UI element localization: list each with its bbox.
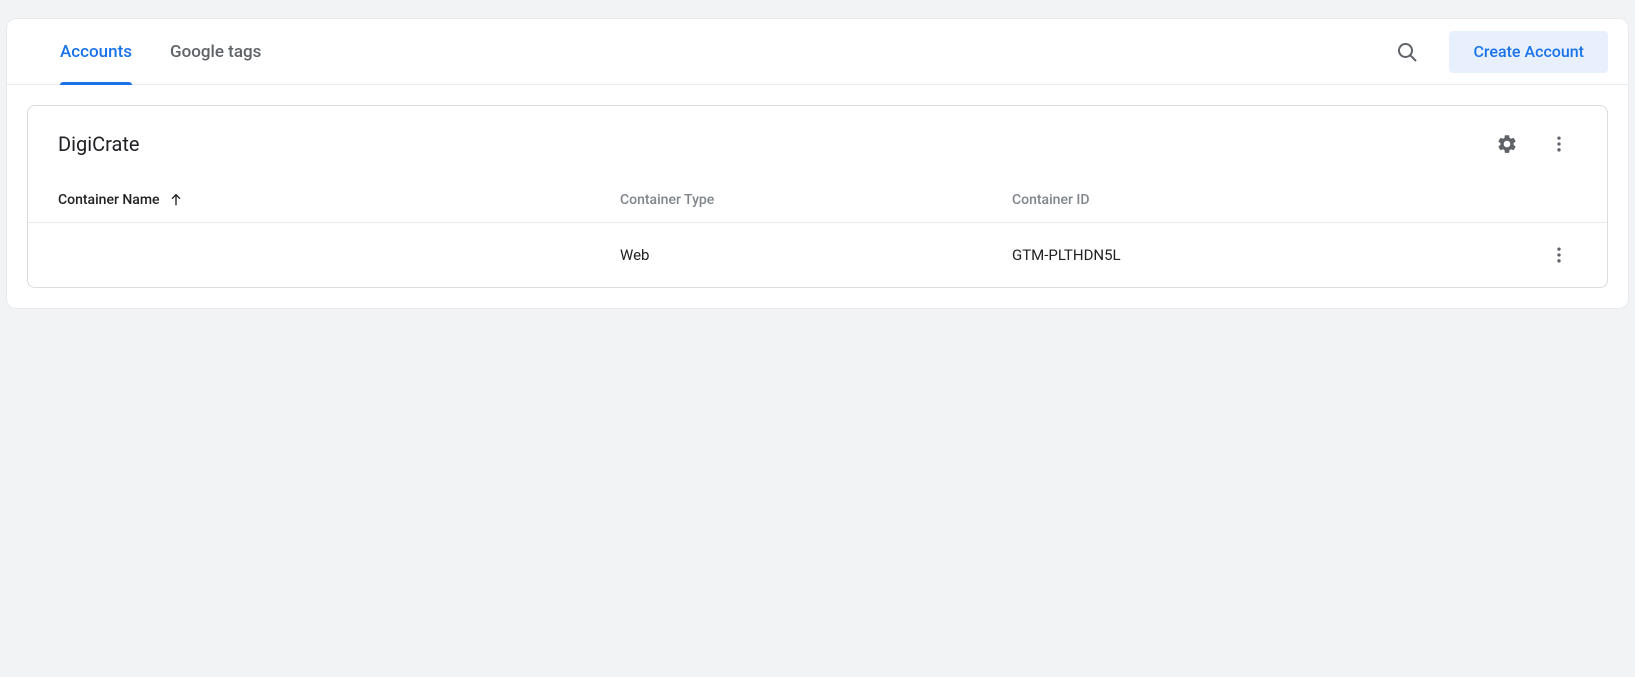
- cell-value: GTM-PLTHDN5L: [1012, 246, 1121, 264]
- search-icon: [1395, 40, 1419, 64]
- tabs: Accounts Google tags: [60, 19, 261, 84]
- create-account-button[interactable]: Create Account: [1449, 31, 1608, 73]
- table-header-row: Container Name Container Type Container …: [28, 174, 1607, 223]
- container-type-cell: Web: [620, 246, 1012, 264]
- column-label: Container ID: [1012, 192, 1089, 208]
- column-label: Container Type: [620, 192, 714, 208]
- column-header-type[interactable]: Container Type: [620, 192, 1012, 208]
- tab-label: Google tags: [170, 42, 261, 62]
- more-vert-icon: [1549, 245, 1569, 265]
- account-more-button[interactable]: [1539, 124, 1579, 164]
- column-header-actions: [1529, 192, 1579, 208]
- column-header-name[interactable]: Container Name: [58, 192, 620, 208]
- column-label: Container Name: [58, 192, 160, 208]
- row-more-button[interactable]: [1539, 235, 1579, 275]
- account-card: DigiCrate: [27, 105, 1608, 288]
- table-row[interactable]: Web GTM-PLTHDN5L: [28, 223, 1607, 287]
- tab-label: Accounts: [60, 42, 132, 62]
- tab-google-tags[interactable]: Google tags: [170, 19, 261, 84]
- account-title: DigiCrate: [58, 132, 1475, 156]
- account-settings-button[interactable]: [1487, 124, 1527, 164]
- search-button[interactable]: [1387, 32, 1427, 72]
- container-id-cell: GTM-PLTHDN5L: [1012, 246, 1529, 264]
- arrow-up-icon: [168, 192, 184, 208]
- content-area: DigiCrate: [7, 85, 1628, 308]
- button-label: Create Account: [1473, 42, 1584, 61]
- tab-accounts[interactable]: Accounts: [60, 19, 132, 84]
- account-header: DigiCrate: [28, 106, 1607, 174]
- gear-icon: [1496, 133, 1518, 155]
- tab-bar: Accounts Google tags Create Account: [7, 19, 1628, 85]
- accounts-panel: Accounts Google tags Create Account Digi…: [6, 18, 1629, 309]
- cell-value: Web: [620, 246, 649, 264]
- row-actions: [1529, 235, 1579, 275]
- more-vert-icon: [1549, 134, 1569, 154]
- column-header-id[interactable]: Container ID: [1012, 192, 1529, 208]
